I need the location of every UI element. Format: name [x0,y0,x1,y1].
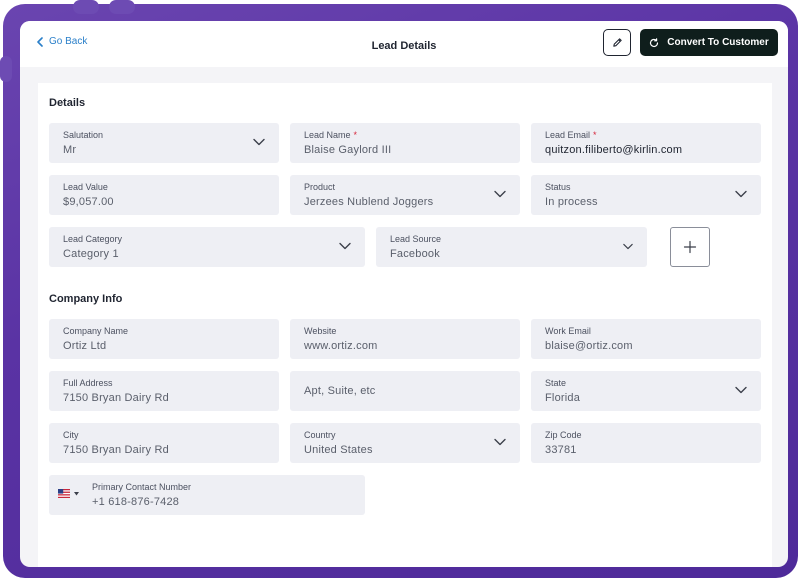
device-frame: Go Back Lead Details Convert To Customer… [0,0,798,578]
primary-contact-number-field[interactable]: Primary Contact Number +1 618-876-7428 [49,475,365,515]
lead-name-value: Blaise Gaylord III [304,144,392,156]
chevron-down-icon [253,138,265,146]
status-label: Status [545,182,571,192]
lead-name-label: Lead Name [304,130,351,140]
chevron-down-icon [735,190,747,198]
lead-source-value: Facebook [390,248,440,260]
salutation-label: Salutation [63,130,104,140]
city-field[interactable]: City 7150 Bryan Dairy Rd [49,423,279,463]
zip-code-label: Zip Code [545,430,582,440]
apt-suite-field[interactable]: Apt, Suite, etc [290,371,520,411]
state-label: State [545,378,567,388]
caret-down-icon [74,491,79,495]
us-flag-icon [58,489,70,498]
status-value: In process [545,196,598,208]
lead-value-label: Lead Value [63,182,108,192]
frame-button-2 [109,0,135,14]
country-value: United States [304,444,373,456]
city-label: City [63,430,79,440]
chevron-down-icon [623,243,633,250]
state-value: Florida [545,392,581,404]
required-marker: * [593,130,597,140]
apt-suite-placeholder: Apt, Suite, etc [304,385,376,397]
app-screen: Go Back Lead Details Convert To Customer… [20,21,788,567]
primary-contact-number-value: +1 618-876-7428 [92,496,180,508]
product-label: Product [304,182,336,192]
lead-form-card: Details Salutation Mr Lead Name * Blaise … [38,83,772,567]
work-email-value: blaise@ortiz.com [545,340,633,352]
zip-code-field[interactable]: Zip Code 33781 [531,423,761,463]
chevron-down-icon [339,242,351,250]
country-label: Country [304,430,336,440]
convert-label: Convert To Customer [667,37,769,48]
chevron-down-icon [494,438,506,446]
salutation-select[interactable]: Salutation Mr [49,123,279,163]
full-address-value: 7150 Bryan Dairy Rd [63,392,169,404]
state-select[interactable]: State Florida [531,371,761,411]
details-section-title: Details [49,97,86,109]
lead-category-select[interactable]: Lead Category Category 1 [49,227,365,267]
zip-code-value: 33781 [545,444,577,456]
plus-icon [683,240,697,254]
lead-category-label: Lead Category [63,234,123,244]
chevron-down-icon [735,386,747,394]
company-name-field[interactable]: Company Name Ortiz Ltd [49,319,279,359]
product-select[interactable]: Product Jerzees Nublend Joggers [290,175,520,215]
salutation-value: Mr [63,144,77,156]
lead-email-value: quitzon.filiberto@kirlin.com [545,144,683,156]
lead-source-select[interactable]: Lead Source Facebook [376,227,647,267]
convert-to-customer-button[interactable]: Convert To Customer [640,29,778,56]
frame-side-button [0,56,12,82]
lead-value-value: $9,057.00 [63,196,114,208]
lead-email-field[interactable]: Lead Email * quitzon.filiberto@kirlin.com [531,123,761,163]
product-value: Jerzees Nublend Joggers [304,196,434,208]
city-value: 7150 Bryan Dairy Rd [63,444,169,456]
add-lead-source-button[interactable] [670,227,710,267]
full-address-label: Full Address [63,378,113,388]
lead-value-field[interactable]: Lead Value $9,057.00 [49,175,279,215]
full-address-field[interactable]: Full Address 7150 Bryan Dairy Rd [49,371,279,411]
work-email-field[interactable]: Work Email blaise@ortiz.com [531,319,761,359]
top-bar: Go Back Lead Details Convert To Customer [20,21,788,67]
lead-email-label: Lead Email [545,130,591,140]
status-select[interactable]: Status In process [531,175,761,215]
website-label: Website [304,326,337,336]
pencil-icon [612,38,622,47]
required-marker: * [353,130,358,140]
company-info-section-title: Company Info [49,293,123,305]
edit-button[interactable] [603,29,631,56]
chevron-down-icon [494,190,506,198]
country-code-selector[interactable] [58,489,79,498]
primary-contact-number-label: Primary Contact Number [92,482,192,492]
lead-source-label: Lead Source [390,234,442,244]
country-select[interactable]: Country United States [290,423,520,463]
frame-button-1 [73,0,99,14]
refresh-icon [650,37,659,47]
company-name-label: Company Name [63,326,129,336]
work-email-label: Work Email [545,326,591,336]
lead-name-field[interactable]: Lead Name * Blaise Gaylord III [290,123,520,163]
lead-category-value: Category 1 [63,248,119,260]
company-name-value: Ortiz Ltd [63,340,107,352]
website-field[interactable]: Website www.ortiz.com [290,319,520,359]
website-value: www.ortiz.com [304,340,378,352]
